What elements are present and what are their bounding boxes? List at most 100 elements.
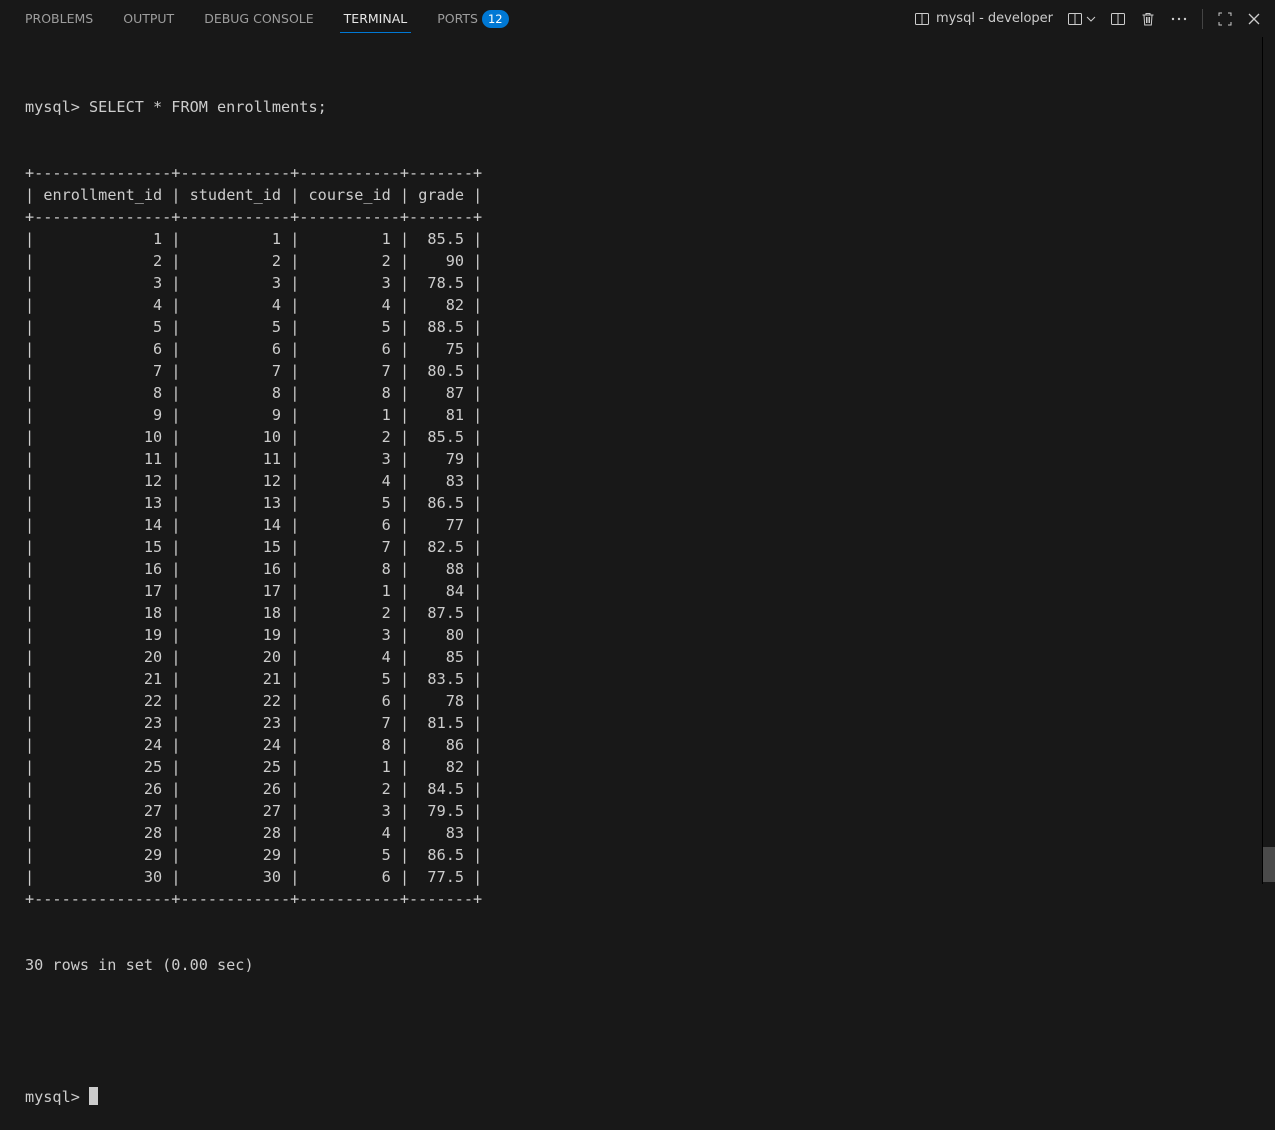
table-cell: 85 [445, 648, 464, 666]
table-cell: 10 [143, 428, 163, 446]
table-cell: 17 [262, 582, 282, 600]
prompt-line[interactable]: mysql> [25, 1086, 482, 1108]
tab-ports[interactable]: PORTS 12 [437, 0, 509, 37]
table-row: | 24 | 24 | 8 | 86 | [25, 736, 483, 754]
table-cell: 1 [153, 230, 163, 248]
table-row: | 26 | 26 | 2 | 84.5 | [25, 780, 483, 798]
tab-terminal[interactable]: TERMINAL [339, 0, 411, 37]
table-cell: 22 [143, 692, 163, 710]
table-cell: 80.5 [427, 362, 464, 380]
new-terminal-dropdown-button[interactable] [1067, 11, 1096, 27]
table-cell: 24 [262, 736, 282, 754]
tab-problems[interactable]: PROBLEMS [25, 0, 93, 37]
table-cell: 5 [381, 670, 391, 688]
table-cell: 15 [262, 538, 282, 556]
table-row: | 13 | 13 | 5 | 86.5 | [25, 494, 483, 512]
table-cell: 4 [271, 296, 282, 314]
table-row: | 20 | 20 | 4 | 85 | [25, 648, 483, 666]
table-cell: 15 [143, 538, 163, 556]
table-cell: 2 [381, 604, 391, 622]
table-cell: 3 [381, 450, 391, 468]
table-cell: 8 [381, 560, 391, 578]
tab-label: PORTS [437, 11, 478, 26]
table-row: | 17 | 17 | 1 | 84 | [25, 582, 483, 600]
table-cell: 25 [143, 758, 163, 776]
table-cell: 6 [271, 340, 282, 358]
chevron-down-icon [1086, 14, 1096, 24]
table-cell: 88 [445, 560, 464, 578]
table-cell: 28 [262, 824, 282, 842]
table-cell: 1 [381, 406, 391, 424]
table-cell: 6 [381, 692, 391, 710]
table-cell: 8 [381, 736, 391, 754]
close-panel-button[interactable] [1247, 12, 1261, 26]
table-cell: 25 [262, 758, 282, 776]
terminal-title: mysql - developer [935, 11, 1053, 26]
table-row: | 12 | 12 | 4 | 83 | [25, 472, 483, 490]
table-cell: 18 [143, 604, 163, 622]
table-cell: 19 [262, 626, 282, 644]
table-cell: 80 [445, 626, 464, 644]
table-cell: 2 [381, 780, 391, 798]
scrollbar-thumb[interactable] [1263, 847, 1275, 882]
table-row: | 1 | 1 | 1 | 85.5 | [25, 230, 483, 248]
table-cell: 82.5 [427, 538, 464, 556]
table-row: | 23 | 23 | 7 | 81.5 | [25, 714, 483, 732]
table-cell: 9 [153, 406, 163, 424]
column-header: course_id [308, 186, 391, 204]
table-cell: 3 [381, 626, 391, 644]
table-cell: 6 [381, 340, 391, 358]
table-cell: 83 [445, 472, 464, 490]
table-cell: 77.5 [427, 868, 464, 886]
split-terminal-icon [914, 11, 930, 27]
tab-output[interactable]: OUTPUT [123, 0, 174, 37]
table-cell: 82 [445, 758, 464, 776]
table-cell: 23 [262, 714, 282, 732]
layout-icon [1067, 11, 1083, 27]
table-cell: 1 [381, 582, 391, 600]
split-terminal-button[interactable] [1110, 11, 1126, 27]
tab-label: PROBLEMS [25, 11, 94, 26]
table-cell: 84.5 [427, 780, 464, 798]
table-cell: 7 [381, 362, 391, 380]
table-cell: 1 [381, 230, 391, 248]
table-cell: 13 [262, 494, 282, 512]
table-cell: 7 [153, 362, 163, 380]
tab-debug-console[interactable]: DEBUG CONSOLE [204, 0, 313, 37]
table-cell: 6 [153, 340, 163, 358]
table-cell: 4 [381, 296, 391, 314]
table-border: +---------------+------------+----------… [25, 890, 483, 908]
maximize-icon [1217, 11, 1233, 27]
table-cell: 78 [445, 692, 464, 710]
terminal-instance[interactable]: mysql - developer [914, 11, 1053, 27]
scrollbar-track[interactable] [1262, 37, 1263, 884]
table-cell: 84 [445, 582, 464, 600]
table-cell: 90 [445, 252, 464, 270]
table-cell: 21 [143, 670, 163, 688]
table-cell: 6 [381, 516, 391, 534]
table-cell: 88.5 [427, 318, 464, 336]
column-header: enrollment_id [43, 186, 163, 204]
table-cell: 26 [262, 780, 282, 798]
maximize-panel-button[interactable] [1217, 11, 1233, 27]
terminal-output[interactable]: mysql> SELECT * FROM enrollments; +-----… [25, 52, 482, 1130]
table-cell: 5 [381, 846, 391, 864]
table-cell: 83.5 [427, 670, 464, 688]
table-cell: 86 [445, 736, 464, 754]
kill-terminal-button[interactable] [1140, 11, 1156, 27]
table-row: | 29 | 29 | 5 | 86.5 | [25, 846, 483, 864]
table-cell: 26 [143, 780, 163, 798]
table-cell: 5 [381, 494, 391, 512]
table-cell: 28 [143, 824, 163, 842]
table-cell: 87 [445, 384, 464, 402]
more-actions-button[interactable] [1170, 11, 1188, 27]
table-cell: 12 [143, 472, 163, 490]
table-cell: 3 [271, 274, 282, 292]
table-cell: 14 [143, 516, 163, 534]
tab-label: OUTPUT [123, 11, 175, 26]
table-cell: 16 [262, 560, 282, 578]
table-row: | 10 | 10 | 2 | 85.5 | [25, 428, 483, 446]
table-cell: 2 [271, 252, 282, 270]
table-row: | 3 | 3 | 3 | 78.5 | [25, 274, 483, 292]
table-cell: 11 [143, 450, 163, 468]
